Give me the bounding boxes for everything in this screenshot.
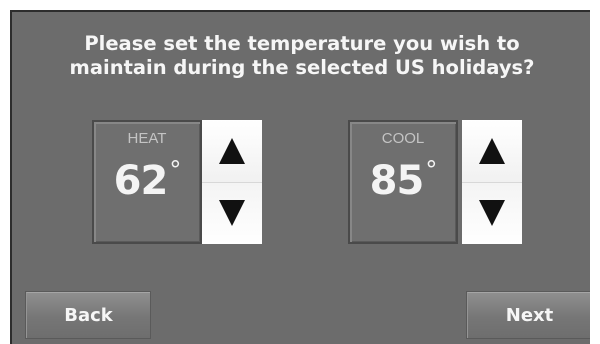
prompt-line-1: Please set the temperature you wish to: [84, 32, 520, 55]
heat-stepper: [202, 120, 262, 244]
prompt-text: Please set the temperature you wish to m…: [12, 32, 590, 80]
heat-temperature-value: 62: [113, 158, 169, 204]
cool-up-button[interactable]: [462, 120, 522, 183]
back-button[interactable]: Back: [26, 292, 150, 338]
cool-label: COOL: [381, 130, 425, 147]
triangle-up-icon: [219, 137, 245, 164]
heat-label: HEAT: [127, 130, 167, 147]
heat-degree-symbol: °: [169, 156, 181, 184]
cool-stepper: [462, 120, 522, 244]
cool-degree-symbol: °: [425, 156, 437, 184]
heat-down-button[interactable]: [202, 182, 262, 244]
triangle-down-icon: [479, 200, 505, 227]
cool-temperature-value: 85: [369, 158, 425, 204]
triangle-down-icon: [219, 200, 245, 227]
cool-down-button[interactable]: [462, 182, 522, 244]
cool-setpoint-display: COOL 85°: [348, 120, 458, 244]
prompt-line-2: maintain during the selected US holidays…: [69, 56, 535, 79]
heat-up-button[interactable]: [202, 120, 262, 183]
heat-temperature: 62°: [94, 156, 200, 204]
thermostat-screen: Please set the temperature you wish to m…: [10, 10, 590, 344]
triangle-up-icon: [479, 137, 505, 164]
heat-setpoint-display: HEAT 62°: [92, 120, 202, 244]
cool-temperature: 85°: [350, 156, 456, 204]
next-button[interactable]: Next: [467, 292, 590, 338]
